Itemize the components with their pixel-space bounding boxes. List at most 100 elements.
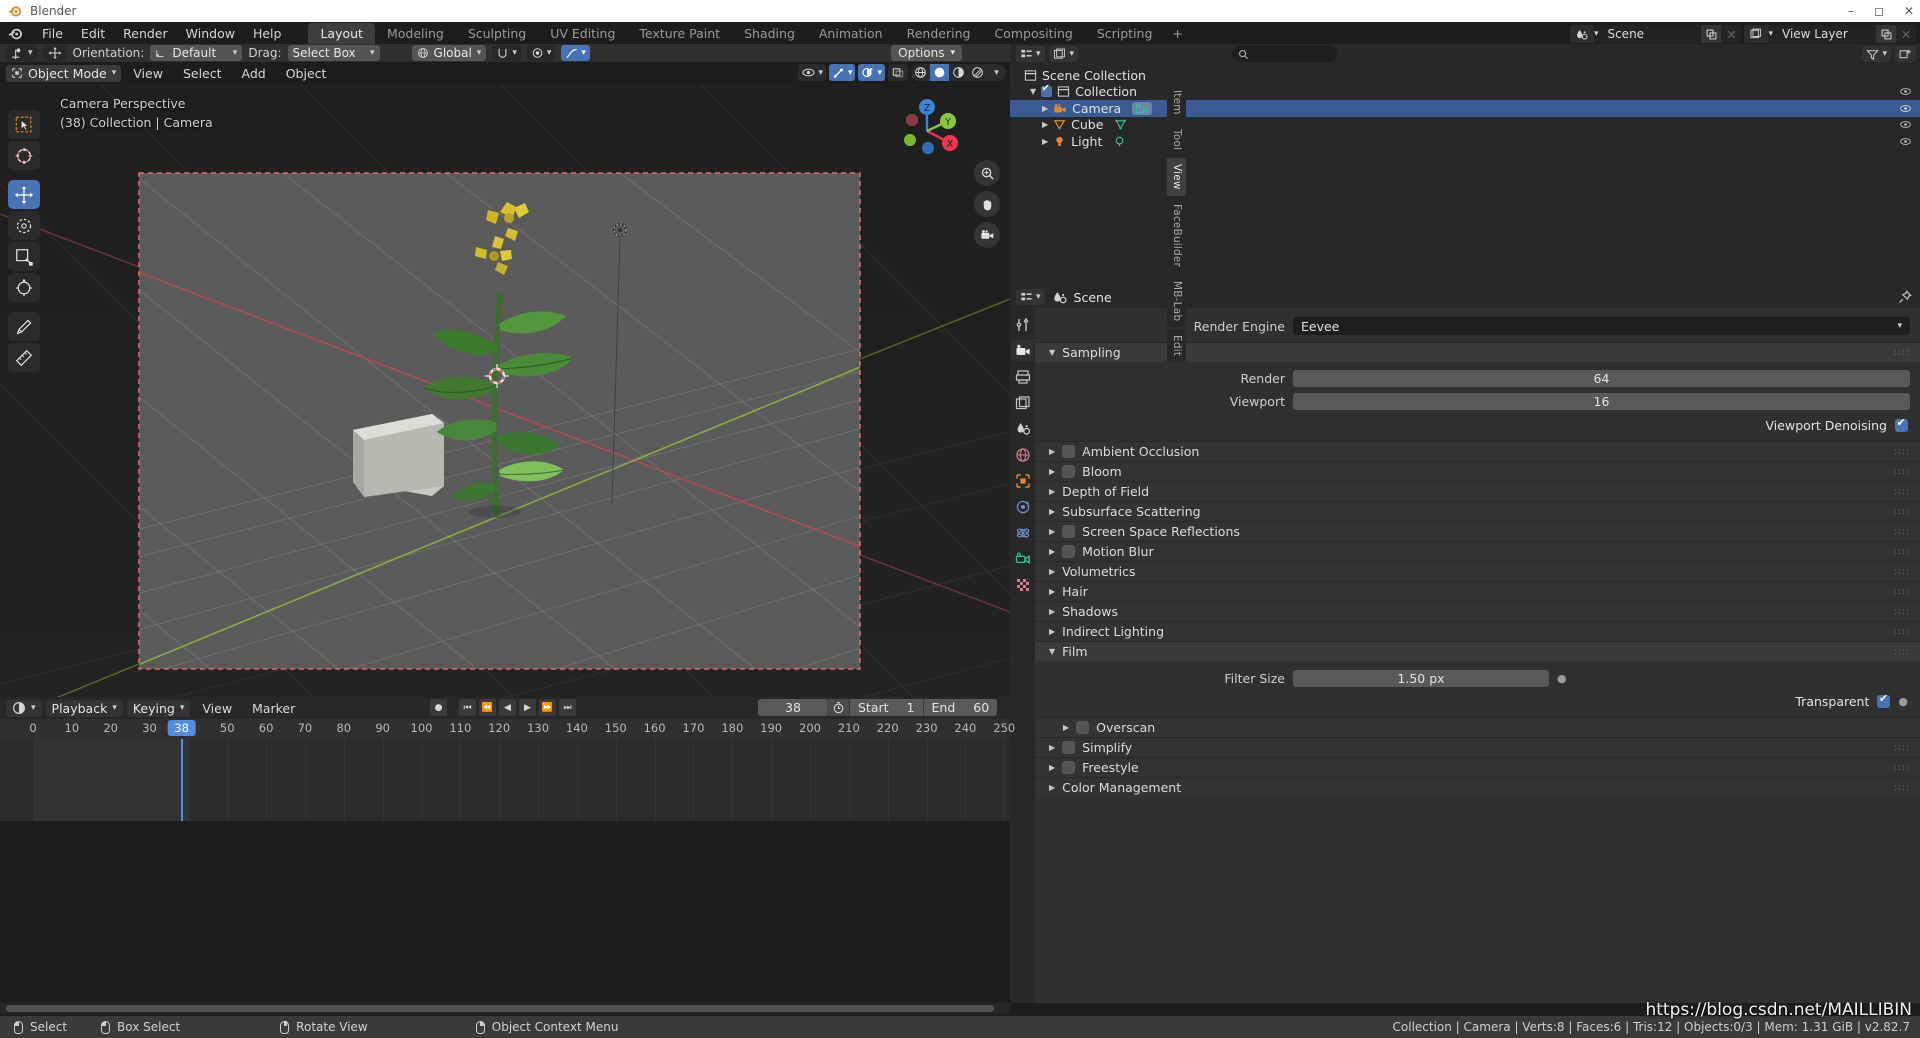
menu-window[interactable]: Window bbox=[177, 24, 244, 43]
outliner-row-light[interactable]: ▶ Light bbox=[1010, 133, 1920, 150]
properties-editor-type-button[interactable]: ▾ bbox=[1016, 289, 1045, 305]
tab-animation[interactable]: Animation bbox=[807, 23, 895, 44]
properties-tab-object-data[interactable] bbox=[1011, 548, 1034, 569]
n-tab-item[interactable]: Item bbox=[1167, 84, 1186, 121]
outliner-row-camera[interactable]: ▶ Camera bbox=[1010, 100, 1920, 117]
jump-to-start-button[interactable]: ⏮ bbox=[459, 699, 476, 716]
close-icon[interactable]: ✕ bbox=[1904, 4, 1914, 18]
properties-tab-output[interactable] bbox=[1011, 366, 1034, 387]
panel-film[interactable]: ▼ Film :::: bbox=[1035, 641, 1920, 661]
timeline-menu-view[interactable]: View bbox=[194, 700, 240, 717]
panel-ambient-occlusion[interactable]: ▶ Ambient Occlusion :::: bbox=[1035, 441, 1920, 461]
tab-layout[interactable]: Layout bbox=[308, 22, 375, 44]
tool-scale-icon[interactable] bbox=[8, 242, 40, 271]
cube-chevron-right-icon[interactable]: ▶ bbox=[1042, 120, 1048, 129]
camera-data-icon[interactable] bbox=[1132, 101, 1153, 115]
overscan-chevron-right-icon[interactable]: ▶ bbox=[1063, 723, 1069, 732]
panel-freestyle[interactable]: ▶ Freestyle :::: bbox=[1035, 757, 1920, 777]
bloom-chevron-right-icon[interactable]: ▶ bbox=[1049, 467, 1055, 476]
ambient-occlusion-grip[interactable]: :::: bbox=[1894, 447, 1910, 457]
zoom-icon[interactable] bbox=[974, 160, 1000, 186]
panel-hair[interactable]: ▶ Hair :::: bbox=[1035, 581, 1920, 601]
hair-chevron-right-icon[interactable]: ▶ bbox=[1049, 587, 1055, 596]
camera-visibility-icons[interactable] bbox=[1899, 102, 1912, 115]
tool-transform-icon[interactable] bbox=[8, 273, 40, 302]
menu-help[interactable]: Help bbox=[244, 24, 291, 43]
timeline-scrollbar-thumb[interactable] bbox=[6, 1005, 994, 1012]
color-management-chevron-right-icon[interactable]: ▶ bbox=[1049, 783, 1055, 792]
screen-space-reflections-grip[interactable]: :::: bbox=[1894, 527, 1910, 537]
proportional-falloff-icon[interactable]: ▾ bbox=[561, 45, 590, 61]
overlays-toggle[interactable]: ▾ bbox=[858, 64, 885, 81]
view-layer-name[interactable]: View Layer bbox=[1776, 25, 1876, 43]
light-data-icon[interactable] bbox=[1113, 135, 1126, 148]
pin-icon[interactable] bbox=[1898, 290, 1920, 304]
sampling-render-field[interactable]: 64 bbox=[1293, 369, 1910, 387]
properties-tab-tool[interactable] bbox=[1011, 314, 1034, 335]
object-mode-dropdown[interactable]: Object Mode ▾ bbox=[6, 64, 122, 82]
film-chevron-down-icon[interactable]: ▼ bbox=[1049, 647, 1055, 656]
tab-modeling[interactable]: Modeling bbox=[375, 23, 456, 44]
panel-indirect-lighting[interactable]: ▶ Indirect Lighting :::: bbox=[1035, 621, 1920, 641]
3d-viewport[interactable]: Camera Perspective (38) Collection | Cam… bbox=[0, 84, 1010, 697]
ambient-occlusion-chevron-right-icon[interactable]: ▶ bbox=[1049, 447, 1055, 456]
tool-move-icon[interactable] bbox=[8, 180, 40, 209]
n-tab-facebuilder[interactable]: FaceBuilder bbox=[1167, 197, 1186, 273]
tool-annotate-icon[interactable] bbox=[8, 312, 40, 341]
tool-measure-icon[interactable] bbox=[8, 343, 40, 372]
blender-menu-logo-icon[interactable] bbox=[8, 26, 23, 41]
unlink-scene-button[interactable]: ✕ bbox=[1721, 25, 1742, 43]
n-tab-view[interactable]: View bbox=[1167, 157, 1186, 196]
filter-size-field[interactable]: 1.50 px bbox=[1293, 669, 1549, 687]
pan-hand-icon[interactable] bbox=[974, 191, 1000, 217]
panel-motion-blur[interactable]: ▶ Motion Blur :::: bbox=[1035, 541, 1920, 561]
ambient-occlusion-checkbox[interactable] bbox=[1062, 445, 1076, 458]
properties-tab-render[interactable] bbox=[1011, 340, 1034, 361]
timeline-playhead-label[interactable]: 38 bbox=[167, 720, 196, 736]
outliner-editor-type-button[interactable]: ▾ bbox=[1016, 46, 1045, 62]
viewport-menu-select[interactable]: Select bbox=[175, 65, 230, 82]
record-button[interactable]: ● bbox=[430, 699, 447, 716]
outliner-display-mode-button[interactable]: ▾ bbox=[1048, 46, 1079, 62]
previous-keyframe-button[interactable]: ⏪ bbox=[479, 699, 496, 716]
use-preview-range-icon[interactable] bbox=[827, 699, 849, 716]
menu-render[interactable]: Render bbox=[114, 24, 177, 43]
shading-rendered-icon[interactable] bbox=[968, 64, 987, 81]
jump-to-end-button[interactable]: ⏭ bbox=[559, 699, 576, 716]
orientation-dropdown[interactable]: Default ▾ bbox=[150, 45, 243, 61]
bloom-checkbox[interactable] bbox=[1062, 465, 1076, 478]
sampling-viewport-field[interactable]: 16 bbox=[1293, 392, 1910, 410]
snap-toggle-button[interactable]: ▾ bbox=[492, 45, 521, 61]
panel-simplify[interactable]: ▶ Simplify :::: bbox=[1035, 737, 1920, 757]
color-management-grip[interactable]: :::: bbox=[1894, 783, 1910, 793]
viewport-menu-add[interactable]: Add bbox=[234, 65, 274, 82]
properties-tab-world[interactable] bbox=[1011, 444, 1034, 465]
tab-uv-editing[interactable]: UV Editing bbox=[538, 23, 627, 44]
current-frame-field[interactable]: 38 bbox=[758, 699, 828, 716]
properties-editor[interactable]: Render Engine Eevee ▾ ▼ Sampling :::: Re… bbox=[1010, 308, 1920, 1003]
panel-screen-space-reflections[interactable]: ▶ Screen Space Reflections :::: bbox=[1035, 521, 1920, 541]
volumetrics-chevron-right-icon[interactable]: ▶ bbox=[1049, 567, 1055, 576]
timeline-ruler[interactable]: 0 10 20 30 50 60 70 80 90 100 110 120 130 140 150 160 17… bbox=[0, 719, 1015, 739]
overscan-checkbox[interactable] bbox=[1076, 721, 1090, 734]
orientation-chevron-down-icon[interactable]: ▾ bbox=[233, 48, 238, 58]
outliner-row-scene-collection[interactable]: Scene Collection bbox=[1010, 67, 1920, 84]
screen-space-reflections-checkbox[interactable] bbox=[1062, 525, 1076, 538]
panel-overscan[interactable]: ▶ Overscan bbox=[1035, 717, 1920, 737]
gizmo-toggle[interactable]: ▾ bbox=[828, 64, 856, 81]
tab-compositing[interactable]: Compositing bbox=[982, 23, 1084, 44]
cube-visibility-icons[interactable] bbox=[1899, 118, 1912, 131]
properties-tab-modifiers[interactable] bbox=[1011, 496, 1034, 517]
depth-of-field-chevron-right-icon[interactable]: ▶ bbox=[1049, 487, 1055, 496]
freestyle-grip[interactable]: :::: bbox=[1894, 763, 1910, 773]
panel-volumetrics[interactable]: ▶ Volumetrics :::: bbox=[1035, 561, 1920, 581]
scene-selector[interactable]: ▾ Scene ✕ bbox=[1569, 25, 1742, 43]
collection-visibility-icons[interactable] bbox=[1899, 85, 1912, 98]
freestyle-checkbox[interactable] bbox=[1062, 761, 1076, 774]
volumetrics-grip[interactable]: :::: bbox=[1894, 567, 1910, 577]
shading-chevron-down-icon[interactable]: ▾ bbox=[987, 64, 1006, 81]
motion-blur-chevron-right-icon[interactable]: ▶ bbox=[1049, 547, 1055, 556]
menu-file[interactable]: File bbox=[33, 24, 72, 43]
snap-move-icon[interactable] bbox=[42, 45, 67, 61]
sampling-chevron-down-icon[interactable]: ▼ bbox=[1049, 348, 1055, 357]
